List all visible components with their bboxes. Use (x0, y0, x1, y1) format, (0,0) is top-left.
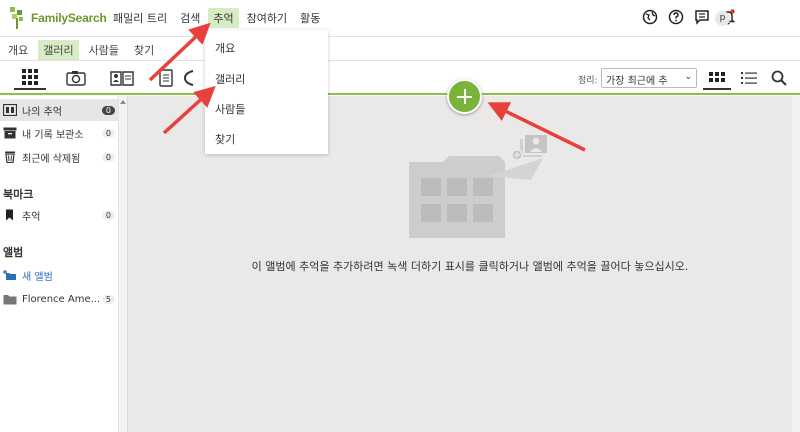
sidebar-item-label: 내 기록 보관소 (22, 129, 84, 141)
count-badge: 0 (101, 210, 115, 220)
empty-album-folder-icon (409, 133, 549, 238)
dropdown-item-people[interactable]: 사람들 (215, 101, 245, 117)
bookmarks-heading: 북마크 (3, 188, 34, 201)
dropdown-item-overview[interactable]: 개요 (215, 40, 235, 56)
add-memory-button[interactable] (447, 79, 482, 114)
messages-icon[interactable] (694, 9, 710, 25)
grid-view-icon (709, 72, 725, 82)
sidebar-item-label: 추억 (22, 211, 41, 223)
sidebar-item-label: 나의 추억 (22, 106, 62, 118)
count-badge: 0 (101, 128, 115, 138)
grid-view-button[interactable] (703, 66, 731, 90)
memories-dropdown-menu: 개요 갤러리 사람들 찾기 (205, 30, 328, 154)
subnav-people[interactable]: 사람들 (84, 40, 124, 60)
tree-logo-icon (10, 7, 23, 29)
nav-get-involved[interactable]: 참여하기 (242, 8, 292, 28)
main-nav: 패밀리 트리 검색 추억 참여하기 활동 (108, 8, 328, 28)
count-badge: 0 (101, 152, 115, 162)
scroll-up-arrow-icon (120, 100, 126, 104)
help-icon[interactable] (668, 9, 684, 25)
sidebar-scrollbar[interactable] (118, 96, 127, 432)
familysearch-logo[interactable]: FamilySearch (8, 5, 107, 31)
globe-icon[interactable] (642, 9, 658, 25)
avatar[interactable]: p (715, 11, 730, 26)
sidebar-item-archive[interactable]: 내 기록 보관소 0 (0, 122, 118, 144)
audio-icon (183, 70, 194, 86)
empty-album-message: 이 앨범에 추억을 추가하려면 녹색 더하기 표시를 클릭하거나 앨범에 추억을… (251, 260, 689, 273)
filter-documents-button[interactable] (150, 66, 182, 90)
sidebar: 나의 추억 0 내 기록 보관소 0 최근에 삭제됨 0 북마크 추억 0 앨범 (0, 96, 128, 432)
sort-select[interactable]: 가장 최근에 추 ⌄ (601, 68, 697, 88)
search-icon (771, 70, 787, 86)
trash-icon (5, 151, 15, 163)
gallery-toolbar: 정리: 가장 최근에 추 ⌄ (0, 61, 800, 95)
album-name: Florence Ame... (22, 293, 101, 305)
dropdown-item-gallery[interactable]: 갤러리 (215, 71, 245, 87)
sidebar-item-label: 최근에 삭제됨 (22, 153, 81, 165)
chevron-down-icon: ⌄ (684, 72, 692, 82)
memories-icon (3, 104, 17, 116)
sidebar-item-recently-deleted[interactable]: 최근에 삭제됨 0 (0, 146, 118, 168)
bookmark-icon (6, 209, 13, 221)
sidebar-item-my-memories[interactable]: 나의 추억 0 (0, 99, 118, 121)
new-album-icon (3, 270, 16, 280)
dropdown-item-find[interactable]: 찾기 (215, 131, 235, 147)
filter-stories-button[interactable] (106, 66, 138, 90)
new-album-label: 새 앨범 (22, 271, 53, 283)
nav-memories[interactable]: 추억 (208, 8, 239, 28)
main-scrollbar[interactable] (792, 96, 800, 432)
count-badge: 0 (101, 105, 115, 115)
archive-box-icon (3, 127, 17, 139)
new-album-button[interactable]: 새 앨범 (0, 264, 118, 286)
nav-search[interactable]: 검색 (175, 8, 205, 28)
albums-heading: 앨범 (3, 246, 24, 259)
sidebar-item-bookmark-memories[interactable]: 추억 0 (0, 204, 118, 226)
nav-family-tree[interactable]: 패밀리 트리 (108, 8, 172, 28)
folder-icon (3, 295, 17, 305)
list-view-icon (741, 72, 757, 84)
filter-all-button[interactable] (14, 66, 46, 90)
sidebar-item-album[interactable]: Florence Ame... 5 (0, 288, 118, 310)
count-badge: 5 (101, 294, 115, 304)
logo-text: FamilySearch (31, 11, 107, 25)
filter-photos-button[interactable] (60, 66, 92, 90)
grid-all-icon (22, 69, 38, 85)
search-button[interactable] (765, 66, 793, 90)
sort-label: 정리: (578, 76, 598, 86)
book-icon (110, 71, 134, 86)
subnav-find[interactable]: 찾기 (129, 40, 159, 60)
top-navigation-bar: FamilySearch 패밀리 트리 검색 추억 참여하기 활동 p (0, 0, 800, 37)
camera-icon (66, 71, 86, 86)
subnav-gallery[interactable]: 갤러리 (38, 40, 79, 60)
list-view-button[interactable] (735, 66, 763, 90)
nav-activities[interactable]: 활동 (295, 8, 325, 28)
document-icon (159, 69, 173, 87)
sort-value: 가장 최근에 추 (606, 76, 668, 87)
filter-audio-button[interactable] (180, 66, 196, 90)
subnav-overview[interactable]: 개요 (3, 40, 33, 60)
sub-navigation: 개요 갤러리 사람들 찾기 (0, 37, 800, 61)
